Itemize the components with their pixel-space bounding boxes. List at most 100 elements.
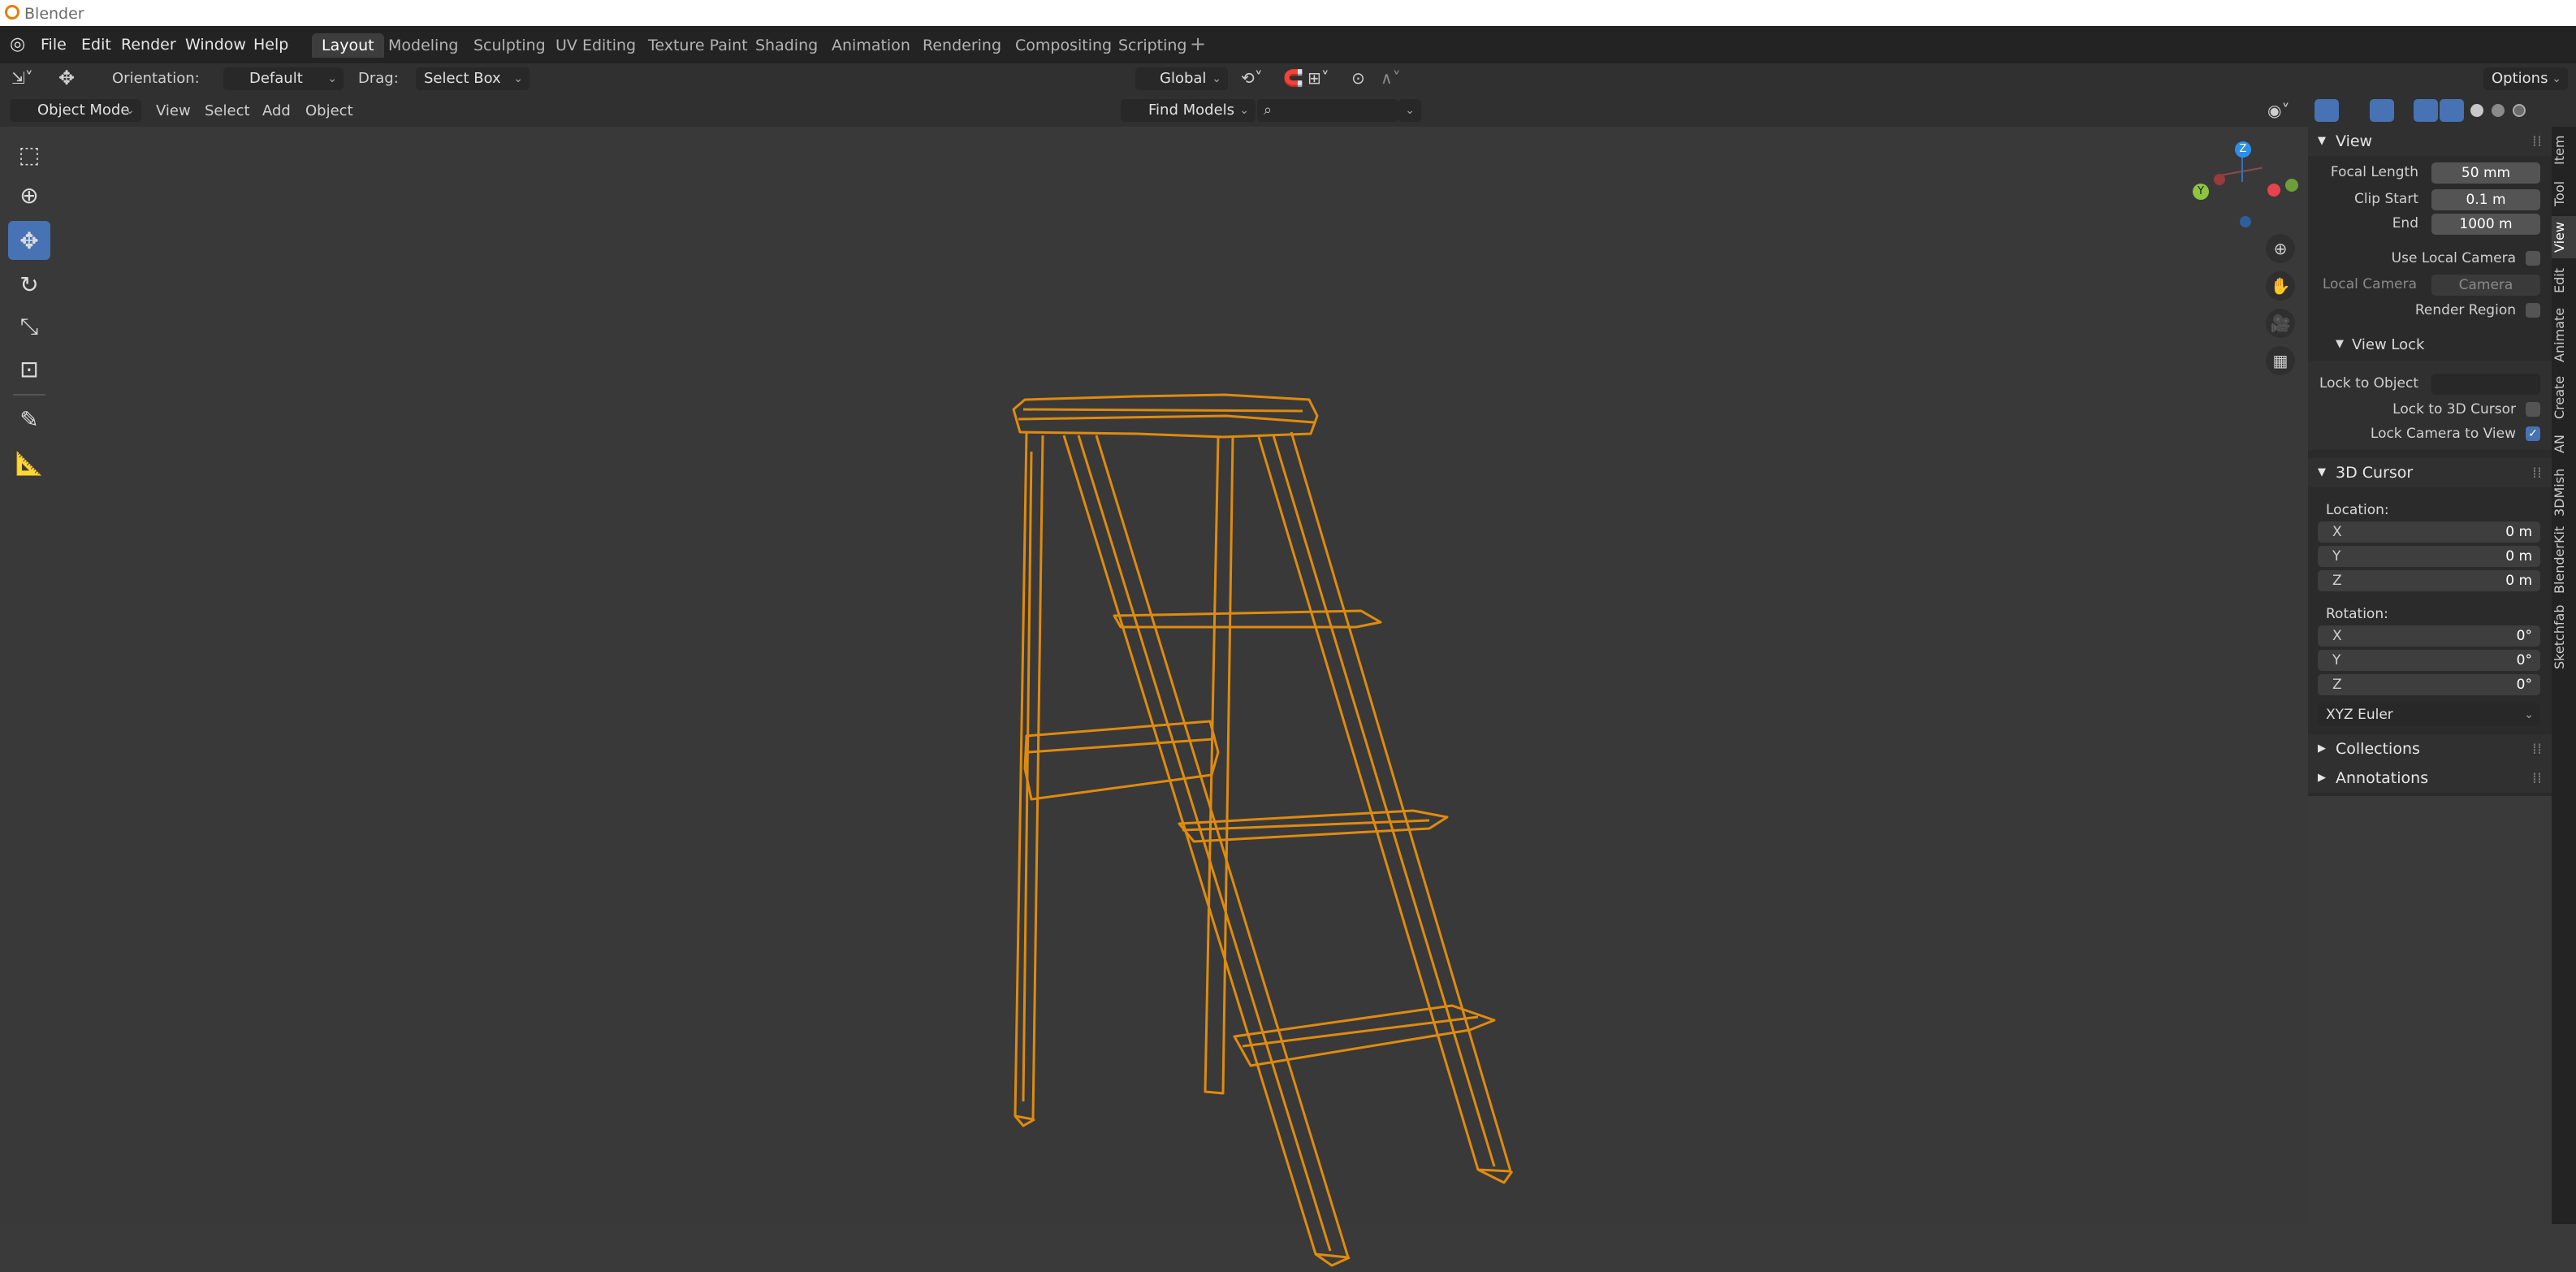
select-box-tool-icon[interactable]: ⬚ [8,135,50,174]
workspace-tab-modeling[interactable]: Modeling [378,33,468,58]
gizmo-x-axis[interactable] [2267,184,2280,197]
menu-view[interactable]: View [156,102,191,119]
ladder-wireframe-model[interactable] [975,265,1608,1272]
rotation-z-field[interactable]: Z 0° [2318,674,2540,695]
rendered-shading-icon[interactable] [2513,104,2526,117]
menu-render[interactable]: Render [121,36,176,54]
snap-icon[interactable]: 🧲 [1283,68,1303,88]
workspace-tab-shading[interactable]: Shading [746,33,828,58]
xray-toggle-button[interactable] [2414,99,2438,122]
render-region-checkbox[interactable] [2526,303,2540,318]
rotate-tool-icon[interactable]: ↻ [8,265,50,304]
menu-add[interactable]: Add [262,102,291,119]
material-shading-icon[interactable] [2492,104,2505,117]
visibility-icon[interactable]: ◉˅ [2267,101,2289,120]
add-workspace-button[interactable]: + [1190,32,1206,55]
clip-end-field[interactable]: 1000 m [2431,214,2540,235]
focal-length-field[interactable]: 50 mm [2431,162,2540,184]
sidebar-tab-view[interactable]: View [2552,216,2576,258]
wireframe-shading-button[interactable] [2440,99,2464,122]
gizmo-neg-y-axis[interactable] [2285,179,2298,192]
lock-to-3d-cursor-checkbox[interactable] [2526,402,2540,417]
options-dropdown[interactable]: Options ⌄ [2483,67,2568,90]
transform-orientation-dropdown[interactable]: Global ⌄ [1135,67,1228,90]
gizmo-neg-x-axis[interactable] [2214,174,2225,185]
sidebar-tab-edit[interactable]: Edit [2552,262,2576,301]
collections-panel-header[interactable]: ▶ Collections ⁞⁞ [2308,734,2552,764]
model-search-input[interactable]: ⌕ [1257,99,1398,122]
workspace-tab-animation[interactable]: Animation [822,33,920,58]
scale-tool-icon[interactable]: ⤡ [8,307,50,346]
menu-file[interactable]: File [41,36,67,54]
sidebar-tab-3dmish[interactable]: 3DMish [2552,463,2576,521]
transform-tool-icon[interactable]: ⇲˅ [11,68,33,88]
zoom-icon[interactable]: ⊕ [2266,234,2295,263]
proportional-edit-icon[interactable]: ⊙ [1351,68,1365,88]
gizmo-z-axis[interactable]: Z [2235,141,2251,158]
workspace-tab-rendering[interactable]: Rendering [913,33,1011,58]
menu-edit[interactable]: Edit [81,36,111,54]
cursor-tool-icon[interactable]: ⊕ [8,175,50,214]
drag-handle-icon[interactable]: ⁞⁞ [2532,734,2542,764]
location-x-field[interactable]: X 0 m [2318,521,2540,543]
orientation-dropdown[interactable]: Default ⌄ [223,67,344,90]
workspace-tab-texture-paint[interactable]: Texture Paint [638,33,758,58]
rotation-mode-dropdown[interactable]: XYZ Euler ⌄ [2318,703,2540,726]
overlay-toggle-button[interactable] [2370,99,2394,122]
rotation-y-field[interactable]: Y 0° [2318,650,2540,671]
location-z-field[interactable]: Z 0 m [2318,570,2540,591]
sidebar-tab-create[interactable]: Create [2552,369,2576,426]
falloff-icon[interactable]: ∧˅ [1381,68,1401,88]
workspace-tab-uv-editing[interactable]: UV Editing [546,33,646,58]
menu-help[interactable]: Help [253,36,288,54]
gizmo-toggle-button[interactable] [2315,99,2339,122]
drag-handle-icon[interactable]: ⁞⁞ [2532,458,2542,487]
use-local-camera-checkbox[interactable] [2526,251,2540,266]
lock-camera-to-view-checkbox[interactable]: ✓ [2526,426,2540,441]
rotation-x-field[interactable]: X 0° [2318,625,2540,647]
measure-tool-icon[interactable]: 📐 [8,443,50,482]
sidebar-tab-an[interactable]: AN [2552,429,2576,460]
location-y-field[interactable]: Y 0 m [2318,546,2540,567]
sidebar-tab-animate[interactable]: Animate [2552,304,2576,366]
sidebar-tab-item[interactable]: Item [2552,130,2576,171]
workspace-tab-sculpting[interactable]: Sculpting [464,33,555,58]
navigation-gizmo[interactable]: Z Y [2193,135,2298,232]
workspace-tab-compositing[interactable]: Compositing [1005,33,1122,58]
view-panel-header[interactable]: ▼ View ⁞⁞ [2308,127,2552,156]
workspace-tab-scripting[interactable]: Scripting [1109,33,1197,58]
annotate-tool-icon[interactable]: ✎ [8,400,50,439]
3d-cursor-panel-header[interactable]: ▼ 3D Cursor ⁞⁞ [2308,458,2552,487]
clip-start-field[interactable]: 0.1 m [2431,189,2540,210]
drag-handle-icon[interactable]: ⁞⁞ [2532,764,2542,793]
menu-select[interactable]: Select [205,102,250,119]
camera-icon[interactable]: 🎥 [2266,309,2295,338]
sidebar-tab-blenderkit[interactable]: BlenderKit [2552,525,2576,595]
find-models-dropdown[interactable]: Find Models ⌄ [1121,99,1256,122]
mode-dropdown[interactable]: Object Mode ⌄ [10,99,141,122]
snap-target-icon[interactable]: ⊞˅ [1307,68,1329,88]
perspective-grid-icon[interactable]: ▦ [2266,346,2295,375]
find-models-label: Find Models [1148,102,1235,119]
drag-handle-icon[interactable]: ⁞⁞ [2532,127,2542,156]
workspace-tab-layout[interactable]: Layout [312,33,384,58]
sidebar-tab-sketchfab[interactable]: Sketchfab [2552,598,2576,676]
local-camera-field[interactable]: Camera [2431,275,2540,296]
drag-dropdown[interactable]: Select Box ⌄ [416,67,529,90]
search-submit-button[interactable]: ⌄ [1398,99,1421,122]
pan-hand-icon[interactable]: ✋ [2266,271,2295,301]
3d-viewport[interactable]: ⬚ ⊕ ✥ ↻ ⤡ ⊡ ✎ 📐 Z Y ⊕ ✋ 🎥 ▦ [0,127,2308,1267]
pivot-point-icon[interactable]: ⟲˅ [1241,68,1263,88]
view-lock-subpanel-header[interactable]: ▼ View Lock [2308,331,2552,359]
annotations-panel-header[interactable]: ▶ Annotations ⁞⁞ [2308,764,2552,793]
gizmo-neg-z-axis[interactable] [2240,216,2251,227]
gizmo-y-axis[interactable]: Y [2193,184,2209,200]
sidebar-tab-tool[interactable]: Tool [2552,174,2576,213]
move-tool-icon[interactable]: ✥ [8,221,50,260]
solid-shading-icon[interactable] [2470,104,2483,117]
blender-menu-icon[interactable]: ◎ [10,34,25,54]
menu-object[interactable]: Object [305,102,353,119]
menu-window[interactable]: Window [185,36,246,54]
transform-tool-icon[interactable]: ⊡ [8,349,50,388]
lock-to-object-field[interactable] [2431,374,2540,395]
